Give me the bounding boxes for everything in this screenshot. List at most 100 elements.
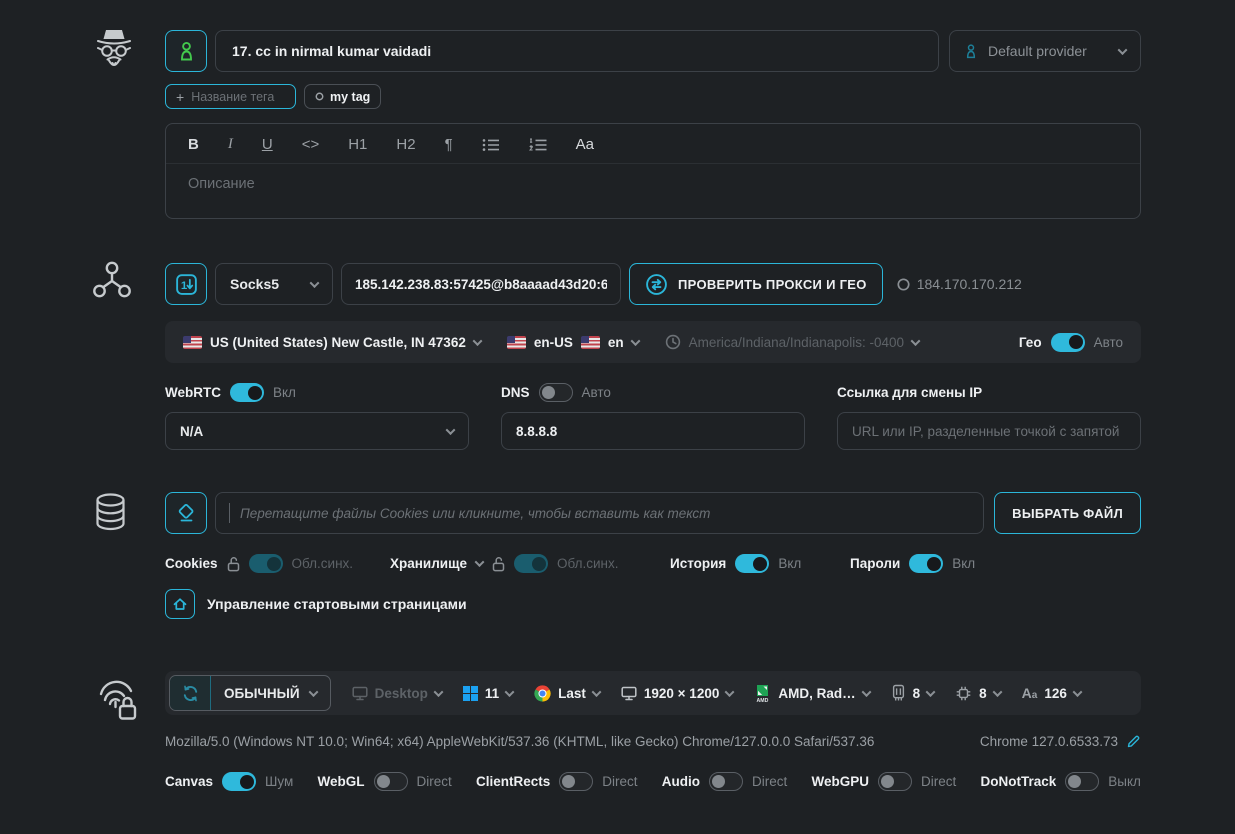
passwords-group: Пароли Вкл bbox=[850, 554, 975, 573]
webgpu-state: Direct bbox=[921, 774, 956, 789]
history-group: История Вкл bbox=[670, 554, 850, 573]
webgl-label: WebGL bbox=[318, 774, 365, 789]
start-pages-row: Управление стартовыми страницами bbox=[165, 589, 1141, 619]
timezone-select[interactable]: America/Indiana/Indianapolis: -0400 bbox=[665, 334, 919, 350]
browser-version-select[interactable]: Last bbox=[534, 685, 600, 702]
external-ip-value: 184.170.170.212 bbox=[917, 276, 1022, 292]
bullet-list-button[interactable] bbox=[482, 138, 500, 152]
storage-sync-toggle[interactable] bbox=[514, 554, 548, 573]
proxy-traffic-button[interactable]: 1 bbox=[165, 263, 207, 305]
cpu-icon bbox=[955, 685, 972, 702]
ram-select[interactable]: 8 bbox=[891, 684, 935, 702]
swap-arrows-icon bbox=[645, 273, 668, 296]
chevron-down-icon bbox=[992, 687, 1002, 697]
dns-label: DNS bbox=[501, 385, 530, 400]
ip-change-input[interactable] bbox=[852, 424, 1126, 439]
heading1-button[interactable]: H1 bbox=[348, 137, 367, 152]
start-pages-button[interactable] bbox=[165, 589, 195, 619]
canvas-state: Шум bbox=[265, 774, 293, 789]
fingerprint-mode-select[interactable]: ОБЫЧНЫЙ bbox=[211, 676, 330, 710]
webrtc-value-select[interactable]: N/A bbox=[165, 412, 469, 450]
connection-labels-row: WebRTC Вкл DNS Авто Ссылка для смены IP bbox=[165, 383, 1141, 402]
cookies-paste-input[interactable] bbox=[240, 506, 970, 521]
audio-toggle[interactable] bbox=[709, 772, 743, 791]
language-select[interactable]: en-US en bbox=[507, 335, 639, 350]
clientrects-toggle[interactable] bbox=[559, 772, 593, 791]
passwords-state: Вкл bbox=[952, 556, 975, 571]
numbered-list-button[interactable] bbox=[529, 138, 547, 152]
provider-select-label: Default provider bbox=[988, 43, 1109, 59]
edit-pencil-icon[interactable] bbox=[1126, 734, 1141, 749]
fonts-select[interactable]: Aa 126 bbox=[1022, 685, 1081, 701]
webrtc-state: Вкл bbox=[273, 385, 296, 400]
proxy-address-input[interactable] bbox=[341, 263, 621, 305]
dns-input[interactable] bbox=[516, 424, 790, 439]
windows-logo-icon bbox=[463, 686, 478, 701]
fingerprint-mode-control[interactable]: ОБЫЧНЫЙ bbox=[169, 675, 331, 711]
geo-toggle[interactable] bbox=[1051, 333, 1085, 352]
platform-select[interactable]: Desktop bbox=[352, 686, 442, 701]
profile-name-input[interactable] bbox=[215, 30, 939, 72]
passwords-toggle[interactable] bbox=[909, 554, 943, 573]
us-flag-icon bbox=[581, 336, 600, 349]
history-state: Вкл bbox=[778, 556, 801, 571]
canvas-toggle[interactable] bbox=[222, 772, 256, 791]
tag-name-input[interactable] bbox=[191, 90, 276, 104]
chrome-logo-icon bbox=[534, 685, 551, 702]
amd-logo-icon: AMD bbox=[754, 684, 771, 703]
chevron-down-icon bbox=[505, 687, 515, 697]
bold-button[interactable]: B bbox=[188, 137, 199, 152]
font-case-button[interactable]: Aa bbox=[576, 137, 594, 152]
underline-button[interactable]: U bbox=[262, 137, 273, 152]
resolution-select[interactable]: 1920 × 1200 bbox=[621, 686, 733, 701]
heading2-button[interactable]: H2 bbox=[396, 137, 415, 152]
clear-cookies-button[interactable] bbox=[165, 492, 207, 534]
paragraph-button[interactable]: ¶ bbox=[445, 137, 453, 152]
choose-file-button[interactable]: ВЫБРАТЬ ФАЙЛ bbox=[994, 492, 1141, 534]
chevron-down-icon bbox=[861, 687, 871, 697]
cookies-toggles-row: Cookies Обл.синх. Хранилище Обл.синх. bbox=[165, 554, 1141, 573]
add-tag-input[interactable]: + bbox=[165, 84, 296, 109]
profile-section-heisenberg-icon bbox=[92, 26, 136, 81]
audio-state: Direct bbox=[752, 774, 787, 789]
fonts-value: 126 bbox=[1044, 686, 1067, 701]
code-button[interactable]: <> bbox=[302, 137, 320, 152]
webgpu-toggle[interactable] bbox=[878, 772, 912, 791]
italic-button[interactable]: I bbox=[228, 137, 233, 152]
tag-circle-icon bbox=[315, 92, 324, 101]
storage-label: Хранилище bbox=[390, 556, 467, 571]
os-version-value: 11 bbox=[485, 686, 499, 701]
chevron-down-icon bbox=[308, 687, 318, 697]
start-pages-label[interactable]: Управление стартовыми страницами bbox=[207, 596, 467, 612]
regenerate-fingerprint-button[interactable] bbox=[169, 675, 211, 711]
external-ip: 184.170.170.212 bbox=[897, 276, 1022, 292]
geo-toggle-group: Гео Авто bbox=[1019, 333, 1123, 352]
ip-change-group: Ссылка для смены IP bbox=[837, 383, 1141, 402]
chevron-down-icon bbox=[433, 687, 443, 697]
tag-chip[interactable]: my tag bbox=[304, 84, 381, 109]
geo-location-select[interactable]: US (United States) New Castle, IN 47362 bbox=[183, 335, 481, 350]
proxy-type-select[interactable]: Socks5 bbox=[215, 263, 333, 305]
webrtc-toggle[interactable] bbox=[230, 383, 264, 402]
proxy-provider-select[interactable]: Default provider bbox=[949, 30, 1141, 72]
cpu-select[interactable]: 8 bbox=[955, 685, 1001, 702]
profile-status-button[interactable] bbox=[165, 30, 207, 72]
os-version-select[interactable]: 11 bbox=[463, 686, 513, 701]
gpu-select[interactable]: AMD AMD, Rad… bbox=[754, 684, 869, 703]
cookies-dropzone[interactable] bbox=[215, 492, 984, 534]
numbered-list-icon bbox=[529, 138, 547, 152]
cookies-sync-toggle[interactable] bbox=[249, 554, 283, 573]
chevron-down-icon[interactable] bbox=[475, 557, 485, 567]
webgl-toggle[interactable] bbox=[374, 772, 408, 791]
canvas-label: Canvas bbox=[165, 774, 213, 789]
webgl-state: Direct bbox=[417, 774, 452, 789]
tags-row: + my tag bbox=[165, 84, 1141, 109]
description-placeholder[interactable]: Описание bbox=[166, 164, 1140, 204]
audio-switch-group: Audio Direct bbox=[662, 772, 788, 791]
history-toggle[interactable] bbox=[735, 554, 769, 573]
clientrects-switch-group: ClientRects Direct bbox=[476, 772, 638, 791]
donottrack-toggle[interactable] bbox=[1065, 772, 1099, 791]
cookies-section-database-icon bbox=[92, 492, 129, 540]
dns-toggle[interactable] bbox=[539, 383, 573, 402]
check-proxy-button[interactable]: ПРОВЕРИТЬ ПРОКСИ И ГЕО bbox=[629, 263, 883, 305]
